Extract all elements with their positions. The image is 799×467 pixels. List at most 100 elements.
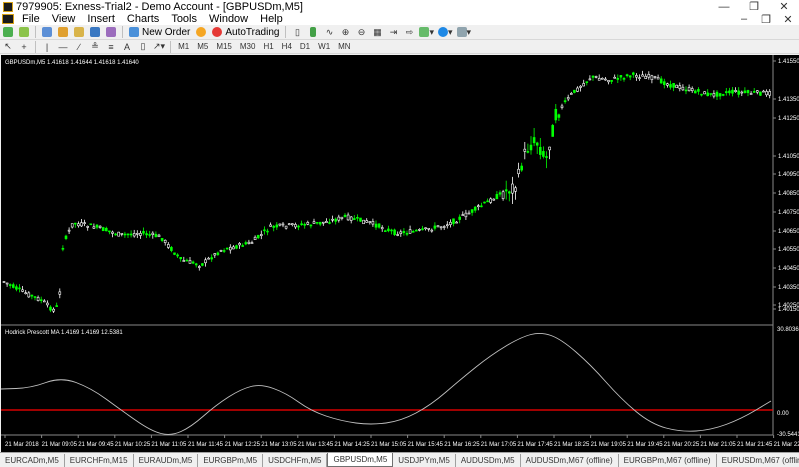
chart-tab[interactable]: EURAUDm,M5 [134,454,199,467]
candlestick-icon[interactable] [307,26,319,38]
data-window-icon[interactable] [57,26,69,38]
candle-body [253,236,257,240]
tile-windows-icon[interactable]: ▦ [371,26,383,38]
profiles-icon[interactable] [18,26,30,38]
channel-icon[interactable]: ≗ [89,41,101,53]
menu-charts[interactable]: Charts [121,13,165,25]
candle-body [229,246,232,251]
trendline-icon[interactable]: ∕ [73,41,85,53]
restore-icon[interactable]: ❐ [739,0,769,13]
timeframe-d1[interactable]: D1 [296,42,314,51]
chart-tab[interactable]: USDJPYm,M5 [393,454,456,467]
candle-body [644,75,648,79]
candle-body [269,224,272,227]
indicators-icon[interactable]: ▾ [419,26,434,38]
child-window-icon[interactable] [2,14,14,24]
candle-body [538,146,542,155]
horizontal-line-icon[interactable]: — [57,41,69,53]
chart-tab[interactable]: AUDUSDm,M5 [456,454,521,467]
candle-body [86,226,89,228]
timeframe-m30[interactable]: M30 [236,42,260,51]
menu-help[interactable]: Help [254,13,289,25]
chart-tab[interactable]: AUDUSDm,M67 (offline) [521,454,619,467]
chart-tab[interactable]: EURUSDm,M67 (offline) [717,454,799,467]
candle-body [300,223,303,226]
navigator-icon[interactable] [73,26,85,38]
candle-body [501,191,505,199]
timeframe-h1[interactable]: H1 [259,42,277,51]
autotrading-label: AutoTrading [225,26,280,38]
candle-body [340,216,344,219]
menu-tools[interactable]: Tools [165,13,203,25]
child-minimize-icon[interactable]: – [733,13,755,25]
candle-body [256,234,260,239]
menu-file[interactable]: File [16,13,46,25]
candle-body [191,261,195,264]
menu-insert[interactable]: Insert [81,13,121,25]
candle-body [309,224,313,227]
new-order-button[interactable]: New Order [126,27,193,38]
time-tick-label: 21 Mar 18:25 [554,442,590,448]
strategy-tester-icon[interactable] [105,26,117,38]
zoom-in-icon[interactable]: ⊕ [339,26,351,38]
chart-tab[interactable]: USDCHFm,M5 [263,454,328,467]
crosshair-icon[interactable]: + [18,41,30,53]
line-chart-icon[interactable]: ∿ [323,26,335,38]
candle-body [27,292,31,298]
candle-body [67,229,71,232]
candle-body [142,231,145,234]
periods-icon[interactable]: ▾ [438,26,453,38]
timeframe-m15[interactable]: M15 [212,42,236,51]
zoom-out-icon[interactable]: ⊖ [355,26,367,38]
autoscroll-icon[interactable]: ⇨ [403,26,415,38]
metaeditor-icon[interactable] [195,26,207,38]
text-tool-icon[interactable]: A [121,41,133,53]
candle-body [250,242,254,244]
cursor-icon[interactable]: ↖ [2,41,14,53]
candle-body [424,227,427,230]
chart-tab[interactable]: EURCHFm,M15 [65,454,134,467]
main-chart-label: GBPUSDm,M5 1.41618 1.41644 1.41618 1.416… [5,60,139,66]
time-tick-label: 21 Mar 09:05 [42,442,78,448]
new-chart-icon[interactable] [2,26,14,38]
timeframe-m5[interactable]: M5 [193,42,212,51]
chart-canvas[interactable]: GBPUSDm,M5 1.41618 1.41644 1.41618 1.416… [0,55,799,452]
terminal-icon[interactable] [89,26,101,38]
child-restore-icon[interactable]: ❐ [755,13,777,26]
indicator-label: Hodrick Prescott MA 1.4169 1.4169 12.538… [5,330,123,336]
timeframe-mn[interactable]: MN [334,42,354,51]
bar-chart-icon[interactable]: ▯ [291,26,303,38]
timeframe-w1[interactable]: W1 [314,42,334,51]
chart-tab[interactable]: EURCADm,M5 [0,454,65,467]
hodrick-prescott-curve [0,333,772,435]
candle-body [74,222,77,225]
chart-tab[interactable]: EURGBPm,M5 [198,454,264,467]
market-watch-icon[interactable] [41,26,53,38]
chart-shift-icon[interactable]: ⇥ [387,26,399,38]
vertical-line-icon[interactable]: | [41,41,53,53]
minimize-icon[interactable]: — [709,1,739,13]
candle-body [356,216,359,219]
price-tick-label: 1.40150 [778,307,799,313]
time-tick-label: 21 Mar 12:25 [225,442,261,448]
fibonacci-icon[interactable]: ≡ [105,41,117,53]
candle-body [650,75,654,80]
label-tool-icon[interactable]: ▯ [137,41,149,53]
templates-icon[interactable]: ▾ [456,26,471,38]
chart-tab[interactable]: GBPUSDm,M5 [327,453,394,467]
autotrading-button[interactable]: AutoTrading [209,27,282,38]
candle-body [306,222,310,225]
candle-body [80,222,83,227]
child-close-icon[interactable]: ✕ [777,13,799,26]
timeframe-m1[interactable]: M1 [174,42,193,51]
menu-window[interactable]: Window [203,13,254,25]
indicator-axis: 30.8036 0.00 -30.5441 [777,327,799,438]
chart-window[interactable]: GBPUSDm,M5 1.41618 1.41644 1.41618 1.416… [0,55,799,452]
timeframe-h4[interactable]: H4 [278,42,296,51]
candle-body [18,287,21,290]
arrows-icon[interactable]: ↗▾ [153,41,165,53]
chart-tab[interactable]: EURGBPm,M67 (offline) [619,454,717,467]
menu-view[interactable]: View [46,13,82,25]
close-icon[interactable]: ✕ [769,0,799,13]
candle-body [662,81,666,86]
